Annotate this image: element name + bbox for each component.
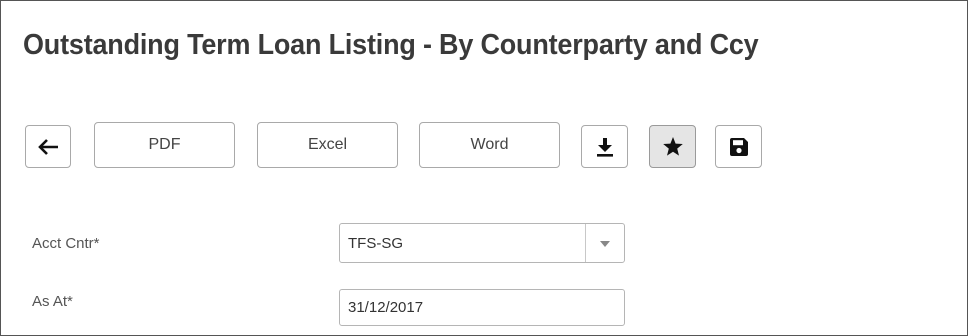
back-button[interactable] [25,125,71,168]
acct-cntr-select[interactable]: TFS-SG [339,223,625,263]
as-at-date-input[interactable] [339,289,625,326]
word-button[interactable]: Word [419,122,560,168]
save-icon [729,137,749,157]
as-at-label: As At* [32,293,73,310]
page-title: Outstanding Term Loan Listing - By Count… [23,29,759,61]
acct-cntr-value: TFS-SG [348,235,403,252]
download-icon [596,137,614,157]
dropdown-toggle[interactable] [585,224,624,262]
download-button[interactable] [581,125,628,168]
acct-cntr-label: Acct Cntr* [32,235,100,252]
report-panel: Outstanding Term Loan Listing - By Count… [0,0,968,336]
arrow-left-icon [37,138,59,156]
excel-button[interactable]: Excel [257,122,398,168]
caret-down-icon [600,234,610,252]
pdf-button[interactable]: PDF [94,122,235,168]
favorite-button[interactable] [649,125,696,168]
save-button[interactable] [715,125,762,168]
star-icon [662,136,684,157]
